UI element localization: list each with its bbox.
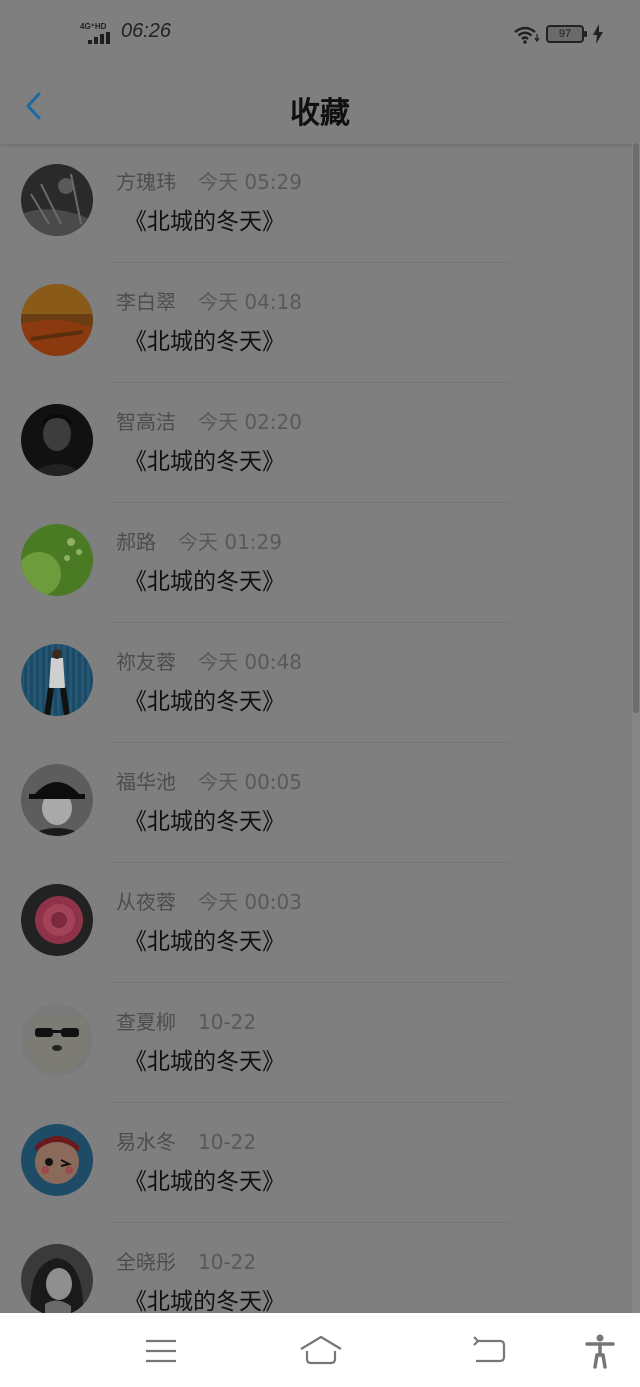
battery-indicator: 97 <box>546 25 587 43</box>
user-name: 从夜蓉 <box>116 890 176 914</box>
divider <box>110 982 510 983</box>
avatar <box>21 404 93 476</box>
favorites-list: 方瑰玮 今天 05:29 《北城的冬天》 李白翠 今天 04:18 《北城的冬天》 … <box>0 146 640 1346</box>
user-name: 易水冬 <box>116 1130 176 1154</box>
list-item[interactable]: 从夜蓉 今天 00:03 《北城的冬天》 <box>0 866 632 986</box>
battery-level: 97 <box>558 28 572 40</box>
avatar <box>21 764 93 836</box>
favorite-title: 《北城的冬天》 <box>124 1049 285 1075</box>
scrollbar[interactable] <box>632 143 640 1313</box>
divider <box>110 1102 510 1103</box>
favorite-title: 《北城的冬天》 <box>124 1169 285 1195</box>
user-name: 方瑰玮 <box>116 170 176 194</box>
divider <box>110 382 510 383</box>
avatar <box>21 1124 93 1196</box>
accessibility-icon[interactable] <box>580 1333 620 1369</box>
timestamp: 10-22 <box>198 1250 257 1274</box>
avatar <box>21 644 93 716</box>
network-type-label: 4G⁺HD <box>80 22 107 31</box>
avatar <box>21 884 93 956</box>
list-item[interactable]: 福华池 今天 00:05 《北城的冬天》 <box>0 746 632 866</box>
favorite-title: 《北城的冬天》 <box>124 809 285 835</box>
divider <box>110 262 510 263</box>
list-item[interactable]: 智高洁 今天 02:20 《北城的冬天》 <box>0 386 632 506</box>
timestamp: 今天 00:03 <box>198 890 302 914</box>
user-name: 郝路 <box>116 530 156 554</box>
favorite-title: 《北城的冬天》 <box>124 329 285 355</box>
avatar <box>21 1244 93 1316</box>
system-navigation-bar <box>0 1313 640 1387</box>
user-name: 祢友蓉 <box>116 650 176 674</box>
user-name: 查夏柳 <box>116 1010 176 1034</box>
favorite-title: 《北城的冬天》 <box>124 569 285 595</box>
status-bar: 4G⁺HD 06:26 97 <box>0 0 640 64</box>
favorite-title: 《北城的冬天》 <box>124 209 285 235</box>
divider <box>110 502 510 503</box>
timestamp: 10-22 <box>198 1130 257 1154</box>
timestamp: 今天 01:29 <box>178 530 282 554</box>
nav-bar: 收藏 <box>0 64 640 144</box>
favorite-title: 《北城的冬天》 <box>124 449 285 475</box>
list-item[interactable]: 祢友蓉 今天 00:48 《北城的冬天》 <box>0 626 632 746</box>
timestamp: 今天 00:05 <box>198 770 302 794</box>
page-title: 收藏 <box>290 96 350 131</box>
list-item[interactable]: 查夏柳 10-22 《北城的冬天》 <box>0 986 632 1106</box>
signal-icon: 4G⁺HD <box>80 22 114 46</box>
list-item[interactable]: 李白翠 今天 04:18 《北城的冬天》 <box>0 266 632 386</box>
favorite-title: 《北城的冬天》 <box>124 1289 285 1315</box>
home-icon[interactable] <box>298 1333 344 1369</box>
user-name: 全晓彤 <box>116 1250 176 1274</box>
favorite-title: 《北城的冬天》 <box>124 929 285 955</box>
divider <box>110 622 510 623</box>
timestamp: 今天 05:29 <box>198 170 302 194</box>
list-item[interactable]: 郝路 今天 01:29 《北城的冬天》 <box>0 506 632 626</box>
return-icon[interactable] <box>468 1333 508 1369</box>
timestamp: 今天 04:18 <box>198 290 302 314</box>
divider <box>110 1222 510 1223</box>
charging-bolt-icon <box>593 24 603 44</box>
divider <box>110 742 510 743</box>
avatar <box>21 524 93 596</box>
favorite-title: 《北城的冬天》 <box>124 689 285 715</box>
list-item[interactable]: 易水冬 10-22 《北城的冬天》 <box>0 1106 632 1226</box>
scrollbar-thumb[interactable] <box>633 143 639 713</box>
divider <box>110 862 510 863</box>
wifi-icon <box>514 26 540 44</box>
timestamp: 10-22 <box>198 1010 257 1034</box>
user-name: 智高洁 <box>116 410 176 434</box>
user-name: 李白翠 <box>116 290 176 314</box>
timestamp: 今天 00:48 <box>198 650 302 674</box>
avatar <box>21 1004 93 1076</box>
timestamp: 今天 02:20 <box>198 410 302 434</box>
menu-icon[interactable] <box>141 1333 181 1369</box>
avatar <box>21 284 93 356</box>
avatar <box>21 164 93 236</box>
status-time: 06:26 <box>121 20 172 42</box>
list-item[interactable]: 方瑰玮 今天 05:29 《北城的冬天》 <box>0 146 632 266</box>
user-name: 福华池 <box>116 770 176 794</box>
